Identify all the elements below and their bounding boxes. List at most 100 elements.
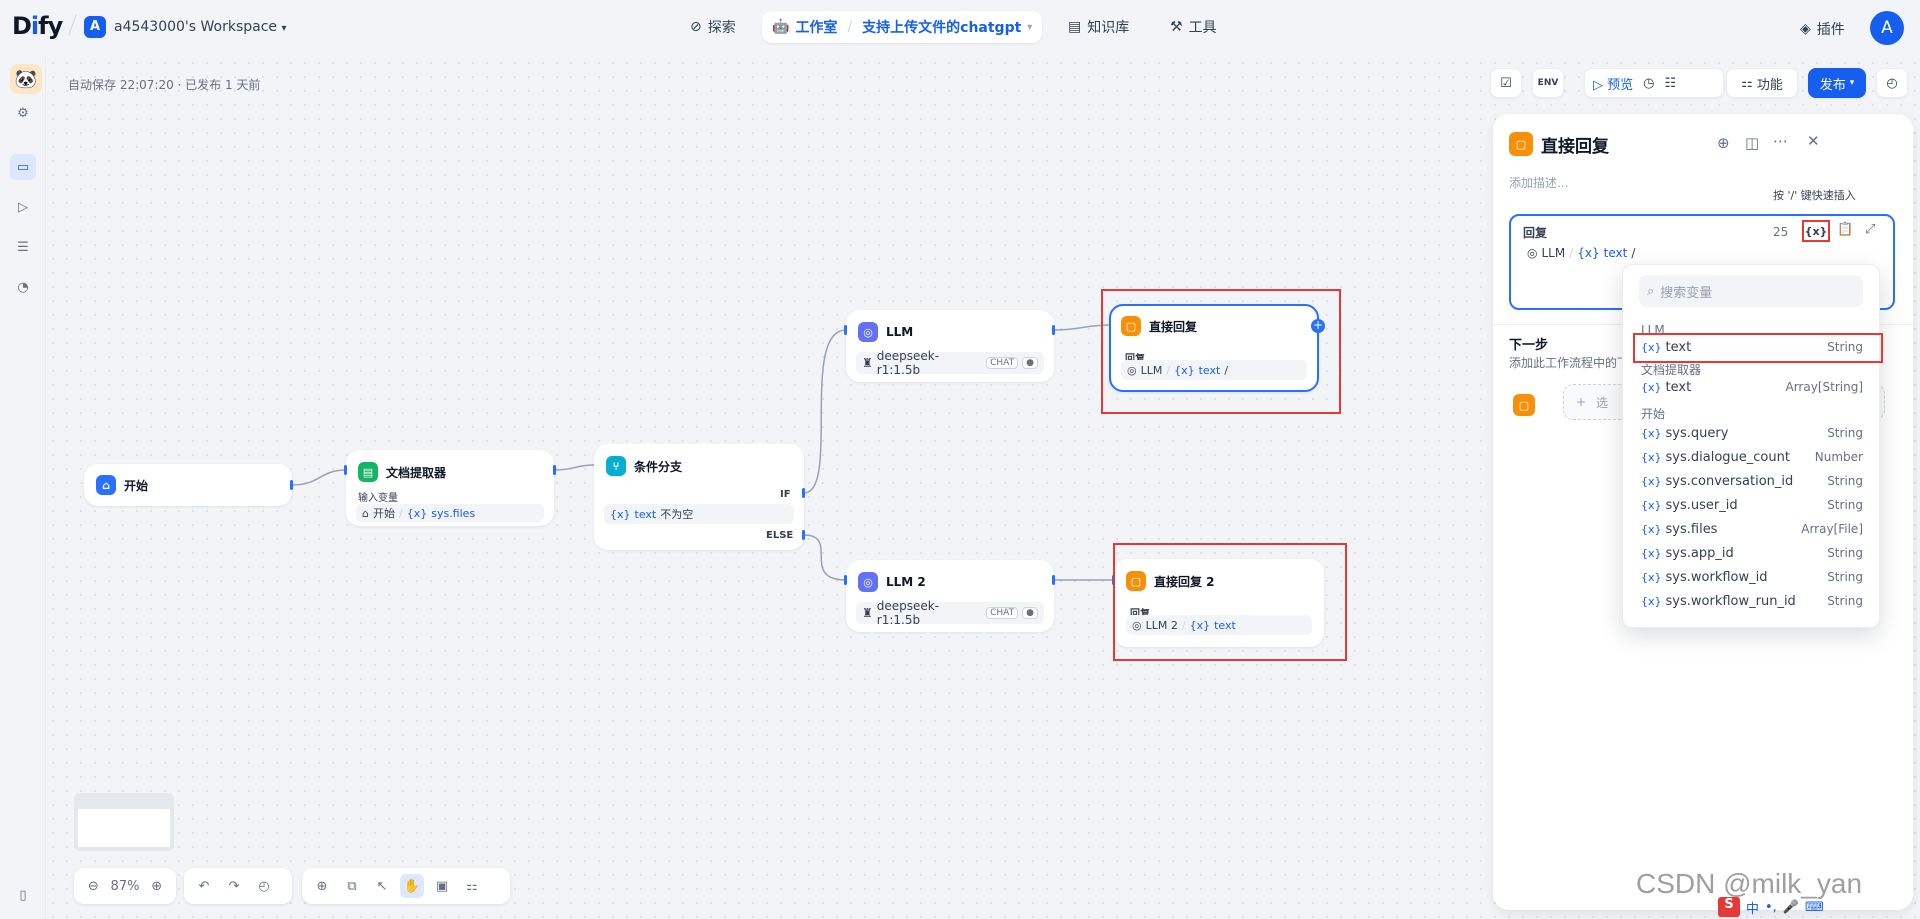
sidebar-toggle-icon[interactable]: ▯ [10, 882, 36, 908]
hand-icon[interactable]: ✋ [400, 874, 424, 898]
variable-option[interactable]: {x} sys.workflow_run_id String [1633, 589, 1871, 613]
undo-icon[interactable]: ↶ [192, 874, 216, 898]
clipboard-icon[interactable]: 📋 [1837, 222, 1853, 237]
node-port[interactable] [802, 530, 805, 540]
zoom-level[interactable]: 87% [111, 879, 140, 894]
panel-title[interactable]: 直接回复 [1541, 132, 1609, 157]
version-history-button[interactable]: ◴ [1876, 68, 1908, 98]
app-icon[interactable]: 🐼 [10, 64, 42, 94]
zoom-out-icon[interactable]: ⊖ [82, 874, 105, 898]
workspace-avatar[interactable]: A [84, 16, 106, 38]
editor-label: 回复 [1523, 226, 1548, 240]
node-title: LLM [886, 325, 914, 339]
app-name[interactable]: 支持上传文件的chatgpt [862, 17, 1021, 37]
node-if-else[interactable]: ⑂ 条件分支 IF {x} text 不为空 ELSE [594, 444, 804, 550]
workflow-icon[interactable]: ▭ [10, 154, 36, 180]
description-input[interactable]: 添加描述... [1509, 174, 1568, 191]
variable-option[interactable]: {x} sys.dialogue_count Number [1633, 445, 1871, 469]
crosshair-icon[interactable]: ⊕ [1717, 134, 1730, 152]
keyboard-icon[interactable]: ⌨ [1805, 900, 1824, 915]
insert-variable-button[interactable]: {x} [1802, 220, 1830, 242]
variable-option[interactable]: {x} sys.app_id String [1633, 541, 1871, 565]
search-icon: ⌕ [1647, 283, 1655, 299]
eye-icon: ● [1022, 607, 1038, 619]
node-port[interactable] [802, 488, 805, 498]
nav-studio[interactable]: 🤖 工作室 / 支持上传文件的chatgpt ▾ [762, 11, 1043, 43]
var-name: sys.conversation_id [1665, 473, 1794, 489]
model-icon: ♜ [862, 356, 873, 370]
nav-tools[interactable]: ⚒ 工具 [1160, 11, 1227, 43]
llm-icon: ◎ [858, 322, 878, 342]
more-icon[interactable]: ⋯ [1773, 132, 1788, 150]
ime-lang[interactable]: 中 [1746, 898, 1759, 917]
preview-button[interactable]: ▷ 预览 [1593, 74, 1633, 93]
node-doc-extractor[interactable]: ▤ 文档提取器 输入变量 ⌂ 开始 / {x} sys.files [346, 450, 554, 526]
checklist-icon[interactable]: ☷ [1665, 76, 1677, 91]
mic-icon[interactable]: 🎤 [1783, 900, 1799, 915]
variable-option[interactable]: {x} sys.conversation_id String [1633, 469, 1871, 493]
sliders-icon[interactable]: ⚙ [10, 100, 36, 126]
env-button[interactable]: ENV [1532, 68, 1564, 98]
robot-icon: 🤖 [772, 19, 790, 35]
export-image-icon[interactable]: ▣ [430, 874, 454, 898]
publish-button[interactable]: 发布 ▾ [1808, 68, 1866, 98]
chevron-down-icon[interactable]: ▾ [1027, 22, 1032, 33]
node-port[interactable] [1052, 575, 1055, 585]
input-label: 输入变量 [358, 493, 398, 504]
logs-icon[interactable]: ☰ [10, 234, 36, 260]
zoom-in-icon[interactable]: ⊕ [145, 874, 168, 898]
run-history-icon[interactable]: ◷ [1643, 76, 1654, 91]
node-port[interactable] [844, 575, 847, 585]
editor-content[interactable]: ◎ LLM / {x} text / [1527, 246, 1635, 260]
checklist-button[interactable]: ☑ [1490, 68, 1522, 98]
minimap[interactable] [74, 793, 174, 851]
organize-icon[interactable]: ⚏ [460, 874, 484, 898]
var-type: String [1827, 498, 1863, 512]
terminal-icon[interactable]: ▷ [10, 194, 36, 220]
add-node-icon[interactable]: ⊕ [310, 874, 334, 898]
var-type: Number [1814, 450, 1863, 464]
expand-icon[interactable]: ⤢ [1865, 222, 1875, 237]
workspace-switcher[interactable]: a4543000's Workspace ▾ [114, 19, 287, 35]
node-port[interactable] [344, 465, 347, 475]
punctuation-icon[interactable]: •, [1765, 900, 1777, 915]
nav-explore[interactable]: ⊘ 探索 [680, 11, 746, 43]
redo-icon[interactable]: ↷ [222, 874, 246, 898]
node-port[interactable] [844, 325, 847, 335]
pointer-icon[interactable]: ↖ [370, 874, 394, 898]
autosave-status: 自动保存 22:07:20 · 已发布 1 天前 [68, 78, 261, 92]
node-port[interactable] [553, 465, 556, 475]
variable-option[interactable]: {x} text Array[String] [1633, 375, 1871, 399]
variable-search-input[interactable]: ⌕ 搜索变量 [1639, 275, 1863, 307]
plugins-button[interactable]: ◈ 插件 [1800, 19, 1845, 39]
variable-option[interactable]: {x} sys.workflow_id String [1633, 565, 1871, 589]
nav-knowledge[interactable]: ▤ 知识库 [1058, 11, 1139, 43]
features-label: 功能 [1756, 77, 1783, 93]
node-port[interactable] [1052, 325, 1055, 335]
user-avatar[interactable]: A [1870, 11, 1904, 45]
node-llm-2[interactable]: ◎ LLM 2 ♜ deepseek-r1:1.5b CHAT ● [846, 560, 1054, 632]
history-icon[interactable]: ◴ [252, 874, 276, 898]
node-llm[interactable]: ◎ LLM ♜ deepseek-r1:1.5b CHAT ● [846, 310, 1054, 382]
add-note-icon[interactable]: ⧉ [340, 874, 364, 898]
variable-option[interactable]: {x} sys.user_id String [1633, 493, 1871, 517]
var-icon: {x} [1641, 498, 1662, 512]
variable-picker: ⌕ 搜索变量 LLM {x} text String 文档提取器 {x} text A… [1622, 264, 1883, 628]
book-open-icon[interactable]: ◫ [1745, 134, 1759, 152]
features-icon: ⚏ [1741, 75, 1753, 91]
close-icon[interactable]: ✕ [1807, 132, 1820, 150]
features-button[interactable]: ⚏ 功能 [1726, 68, 1798, 98]
node-start[interactable]: ⌂ 开始 [84, 464, 292, 506]
left-rail: 🐼 ⚙ ▭ ▷ ☰ ◔ ▯ [0, 56, 46, 919]
variable-option[interactable]: {x} sys.query String [1633, 421, 1871, 445]
dify-logo[interactable]: Dify [12, 12, 63, 40]
node-port[interactable] [290, 480, 293, 490]
variable-option[interactable]: {x} sys.files Array[File] [1633, 517, 1871, 541]
var-icon: {x} [1641, 380, 1662, 394]
content-var: text [1603, 246, 1628, 260]
var-name: sys.query [1665, 425, 1729, 441]
monitor-icon[interactable]: ◔ [10, 274, 36, 300]
chevron-down-icon: ▾ [281, 23, 287, 34]
reply-icon: ▢ [1513, 394, 1535, 416]
document-icon: ▤ [358, 462, 378, 482]
